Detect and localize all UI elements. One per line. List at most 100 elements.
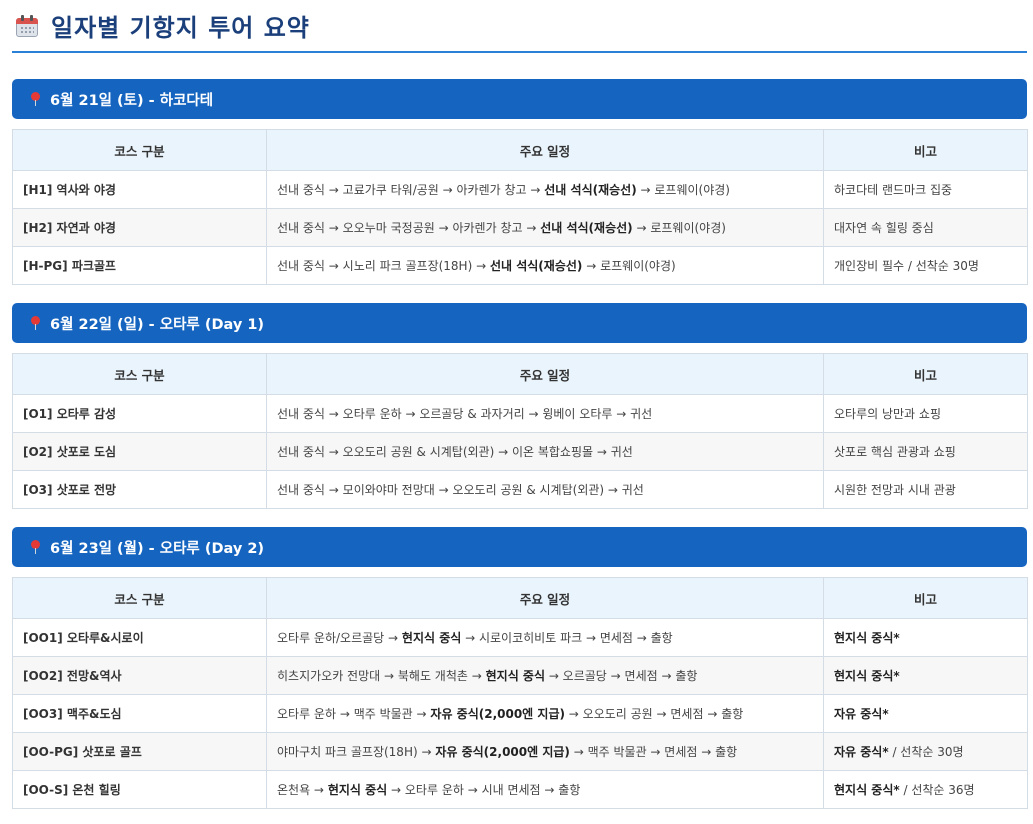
note-cell: 현지식 중식* — [823, 656, 1028, 695]
schedule-text: 선내 중식 → 고료가쿠 타워/공원 → 아카렌가 창고 → — [277, 183, 545, 197]
table-row: [OO2] 전망&역사 히츠지가오카 전망대 → 북해도 개척촌 → 현지식 중식… — [12, 656, 1028, 695]
table-row: [O1] 오타루 감성 선내 중식 → 오타루 운하 → 오르골당 & 과자거리 … — [12, 394, 1028, 433]
schedule-text-after: → 로프웨이(야경) — [632, 221, 726, 235]
day-header: 6월 23일 (월) - 오타루 (Day 2) — [12, 527, 1027, 567]
meal-highlight: 선내 석식(재승선) — [544, 183, 637, 197]
meal-highlight: 자유 중식(2,000엔 지급) — [435, 745, 570, 759]
day-title: 6월 23일 (월) - 오타루 (Day 2) — [50, 540, 265, 557]
pin-icon — [30, 92, 40, 106]
schedule-text-after: → 로프웨이(야경) — [582, 259, 676, 273]
note-text: 오타루의 낭만과 쇼핑 — [834, 407, 941, 421]
course-cell: [OO3] 맥주&도심 — [12, 694, 267, 733]
schedule-text-after: → 오오도리 공원 → 면세점 → 출항 — [564, 707, 744, 721]
schedule-cell: 선내 중식 → 오타루 운하 → 오르골당 & 과자거리 → 윙베이 오타루 →… — [266, 394, 824, 433]
note-text: 개인장비 필수 / 선착순 30명 — [834, 259, 979, 273]
column-header: 코스 구분 — [12, 353, 267, 395]
meal-highlight: 현지식 중식 — [327, 783, 388, 797]
schedule-text: 야마구치 파크 골프장(18H) → — [277, 745, 436, 759]
note-text: 삿포로 핵심 관광과 쇼핑 — [834, 445, 956, 459]
meal-highlight: 선내 석식(재승선) — [540, 221, 633, 235]
note-cell: 자유 중식* / 선착순 30명 — [823, 732, 1028, 771]
note-cell: 현지식 중식* / 선착순 36명 — [823, 770, 1028, 809]
schedule-text: 선내 중식 → 모이와야마 전망대 → 오오도리 공원 & 시계탑(외관) → … — [277, 483, 644, 497]
note-cell: 삿포로 핵심 관광과 쇼핑 — [823, 432, 1028, 471]
page-title: 일자별 기항지 투어 요약 — [51, 14, 310, 42]
schedule-text-after: → 맥주 박물관 → 면세점 → 출항 — [569, 745, 738, 759]
schedule-text: 히츠지가오카 전망대 → 북해도 개척촌 → — [277, 669, 486, 683]
note-highlight: 현지식 중식* — [834, 669, 900, 683]
note-highlight: 자유 중식* — [834, 745, 889, 759]
schedule-text-after: → 시로이코히비토 파크 → 면세점 → 출항 — [461, 631, 673, 645]
course-cell: [O1] 오타루 감성 — [12, 394, 267, 433]
note-highlight: 자유 중식* — [834, 707, 889, 721]
note-text: / 선착순 30명 — [888, 745, 964, 759]
schedule-cell: 야마구치 파크 골프장(18H) → 자유 중식(2,000엔 지급) → 맥주… — [266, 732, 824, 771]
table-row: [O3] 삿포로 전망 선내 중식 → 모이와야마 전망대 → 오오도리 공원 &… — [12, 470, 1028, 509]
schedule-text: 선내 중식 → 시노리 파크 골프장(18H) → — [277, 259, 490, 273]
schedule-text-after: → 로프웨이(야경) — [636, 183, 730, 197]
meal-highlight: 현지식 중식 — [401, 631, 462, 645]
table-row: [O2] 삿포로 도심 선내 중식 → 오오도리 공원 & 시계탑(외관) → 이… — [12, 432, 1028, 471]
day-section: 6월 23일 (월) - 오타루 (Day 2) 코스 구분 주요 일정 비고 [OO1… — [12, 527, 1028, 809]
schedule-text: 선내 중식 → 오타루 운하 → 오르골당 & 과자거리 → 윙베이 오타루 →… — [277, 407, 653, 421]
note-text: 대자연 속 힐링 중심 — [834, 221, 934, 235]
note-text: 시원한 전망과 시내 관광 — [834, 483, 956, 497]
course-cell: [H1] 역사와 야경 — [12, 170, 267, 209]
column-header: 코스 구분 — [12, 577, 267, 619]
meal-highlight: 선내 석식(재승선) — [489, 259, 583, 273]
course-cell: [O3] 삿포로 전망 — [12, 470, 267, 509]
note-highlight: 현지식 중식* — [834, 783, 900, 797]
day-title: 6월 21일 (토) - 하코다테 — [50, 92, 214, 109]
table-header-row: 코스 구분 주요 일정 비고 — [12, 129, 1028, 171]
schedule-cell: 히츠지가오카 전망대 → 북해도 개척촌 → 현지식 중식 → 오르골당 → 면… — [266, 656, 824, 695]
schedule-cell: 선내 중식 → 오오누마 국정공원 → 아카렌가 창고 → 선내 석식(재승선)… — [266, 208, 824, 247]
note-cell: 대자연 속 힐링 중심 — [823, 208, 1028, 247]
schedule-cell: 선내 중식 → 시노리 파크 골프장(18H) → 선내 석식(재승선) → 로… — [266, 246, 824, 285]
column-header: 비고 — [823, 353, 1028, 395]
pin-icon — [30, 316, 40, 330]
tour-table: 코스 구분 주요 일정 비고 [H1] 역사와 야경 선내 중식 → 고료가쿠 타워/공… — [12, 129, 1028, 285]
schedule-cell: 선내 중식 → 고료가쿠 타워/공원 → 아카렌가 창고 → 선내 석식(재승선… — [266, 170, 824, 209]
schedule-cell: 선내 중식 → 오오도리 공원 & 시계탑(외관) → 이온 복합쇼핑몰 → 귀… — [266, 432, 824, 471]
day-header: 6월 21일 (토) - 하코다테 — [12, 79, 1027, 119]
course-cell: [H2] 자연과 야경 — [12, 208, 267, 247]
course-cell: [OO-S] 온천 힐링 — [12, 770, 267, 809]
schedule-cell: 선내 중식 → 모이와야마 전망대 → 오오도리 공원 & 시계탑(외관) → … — [266, 470, 824, 509]
course-cell: [OO1] 오타루&시로이 — [12, 618, 267, 657]
column-header: 주요 일정 — [266, 577, 824, 619]
note-text: / 선착순 36명 — [899, 783, 975, 797]
course-cell: [OO2] 전망&역사 — [12, 656, 267, 695]
day-section: 6월 22일 (일) - 오타루 (Day 1) 코스 구분 주요 일정 비고 [O1]… — [12, 303, 1028, 509]
tour-table: 코스 구분 주요 일정 비고 [O1] 오타루 감성 선내 중식 → 오타루 운하 → … — [12, 353, 1028, 509]
table-row: [OO1] 오타루&시로이 오타루 운하/오르골당 → 현지식 중식 → 시로이코… — [12, 618, 1028, 657]
table-row: [H-PG] 파크골프 선내 중식 → 시노리 파크 골프장(18H) → 선내 … — [12, 246, 1028, 285]
calendar-icon — [15, 14, 39, 38]
table-row: [OO3] 맥주&도심 오타루 운하 → 맥주 박물관 → 자유 중식(2,000… — [12, 694, 1028, 733]
schedule-text-after: → 오르골당 → 면세점 → 출항 — [545, 669, 698, 683]
note-text: 하코다테 랜드마크 집중 — [834, 183, 953, 197]
note-cell: 현지식 중식* — [823, 618, 1028, 657]
note-highlight: 현지식 중식* — [834, 631, 900, 645]
page: 일자별 기항지 투어 요약 6월 21일 (토) - 하코다테 코스 구분 주요 일… — [0, 0, 1033, 824]
note-cell: 자유 중식* — [823, 694, 1028, 733]
day-header: 6월 22일 (일) - 오타루 (Day 1) — [12, 303, 1027, 343]
column-header: 비고 — [823, 129, 1028, 171]
schedule-text: 선내 중식 → 오오누마 국정공원 → 아카렌가 창고 → — [277, 221, 541, 235]
schedule-text: 선내 중식 → 오오도리 공원 & 시계탑(외관) → 이온 복합쇼핑몰 → 귀… — [277, 445, 633, 459]
course-cell: [H-PG] 파크골프 — [12, 246, 267, 285]
schedule-cell: 온천욕 → 현지식 중식 → 오타루 운하 → 시내 면세점 → 출항 — [266, 770, 824, 809]
schedule-cell: 오타루 운하/오르골당 → 현지식 중식 → 시로이코히비토 파크 → 면세점 … — [266, 618, 824, 657]
table-row: [H1] 역사와 야경 선내 중식 → 고료가쿠 타워/공원 → 아카렌가 창고 … — [12, 170, 1028, 209]
pin-icon — [30, 540, 40, 554]
column-header: 주요 일정 — [266, 353, 824, 395]
table-header-row: 코스 구분 주요 일정 비고 — [12, 577, 1028, 619]
table-header-row: 코스 구분 주요 일정 비고 — [12, 353, 1028, 395]
course-cell: [OO-PG] 삿포로 골프 — [12, 732, 267, 771]
note-cell: 시원한 전망과 시내 관광 — [823, 470, 1028, 509]
meal-highlight: 자유 중식(2,000엔 지급) — [430, 707, 565, 721]
note-cell: 개인장비 필수 / 선착순 30명 — [823, 246, 1028, 285]
title-bar: 일자별 기항지 투어 요약 — [12, 0, 1027, 53]
day-section: 6월 21일 (토) - 하코다테코스 구분 주요 일정 비고 [H1] 역사와 야경… — [12, 79, 1028, 285]
column-header: 코스 구분 — [12, 129, 267, 171]
schedule-text: 오타루 운하/오르골당 → — [277, 631, 402, 645]
